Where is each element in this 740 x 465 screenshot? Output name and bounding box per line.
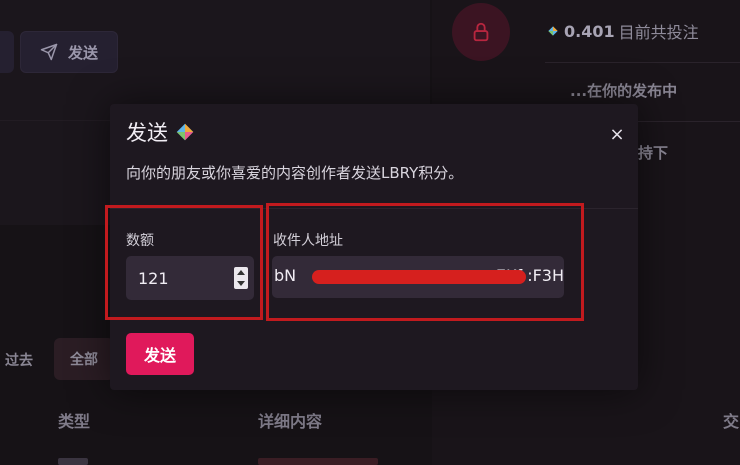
table-row-placeholder bbox=[258, 458, 378, 465]
staked-balance: 0.401 目前共投注 bbox=[546, 20, 699, 42]
modal-divider bbox=[110, 208, 638, 209]
amount-label: 数额 bbox=[126, 233, 154, 249]
column-header-transaction: 交 bbox=[723, 412, 740, 431]
stepper-up-icon[interactable] bbox=[237, 270, 245, 275]
close-icon[interactable]: × bbox=[608, 126, 626, 144]
modal-title: 发送 bbox=[126, 121, 168, 145]
hold-text: 持下 bbox=[638, 144, 669, 162]
tab-past[interactable]: 过去 bbox=[5, 350, 33, 370]
column-header-detail: 详细内容 bbox=[258, 412, 323, 431]
lbc-icon bbox=[548, 26, 558, 36]
send-icon bbox=[40, 43, 58, 61]
recipient-address-start: bN bbox=[274, 266, 297, 285]
send-button[interactable]: 发送 bbox=[126, 333, 194, 375]
recipient-label: 收件人地址 bbox=[273, 233, 343, 249]
stepper-down-icon[interactable] bbox=[237, 281, 245, 286]
lock-button[interactable] bbox=[452, 3, 510, 61]
column-header-type: 类型 bbox=[58, 412, 91, 431]
staked-amount: 0.401 bbox=[564, 21, 615, 41]
modal-subtitle: 向你的朋友或你喜爱的内容创作者发送LBRY积分。 bbox=[126, 164, 464, 182]
redaction-mark bbox=[312, 270, 526, 284]
staked-label: 目前共投注 bbox=[618, 23, 699, 42]
recipient-address-input[interactable]: bN EKf :F3H bbox=[272, 256, 564, 298]
lock-icon bbox=[473, 22, 489, 42]
lbc-icon bbox=[176, 123, 194, 141]
amount-stepper[interactable] bbox=[234, 267, 248, 289]
background-send-label: 发送 bbox=[67, 43, 98, 62]
publishing-text: ...在你的发布中 bbox=[570, 82, 678, 100]
amount-value: 121 bbox=[138, 268, 169, 288]
background-send-button[interactable]: 发送 bbox=[20, 31, 118, 73]
background-partial-button[interactable] bbox=[0, 31, 14, 73]
send-credits-modal: 发送 × 向你的朋友或你喜爱的内容创作者发送LBRY积分。 数额 121 收件人… bbox=[110, 104, 638, 390]
table-row-placeholder bbox=[58, 458, 88, 465]
modal-header: 发送 bbox=[126, 118, 196, 146]
divider bbox=[545, 62, 740, 63]
tab-all[interactable]: 全部 bbox=[54, 338, 114, 380]
